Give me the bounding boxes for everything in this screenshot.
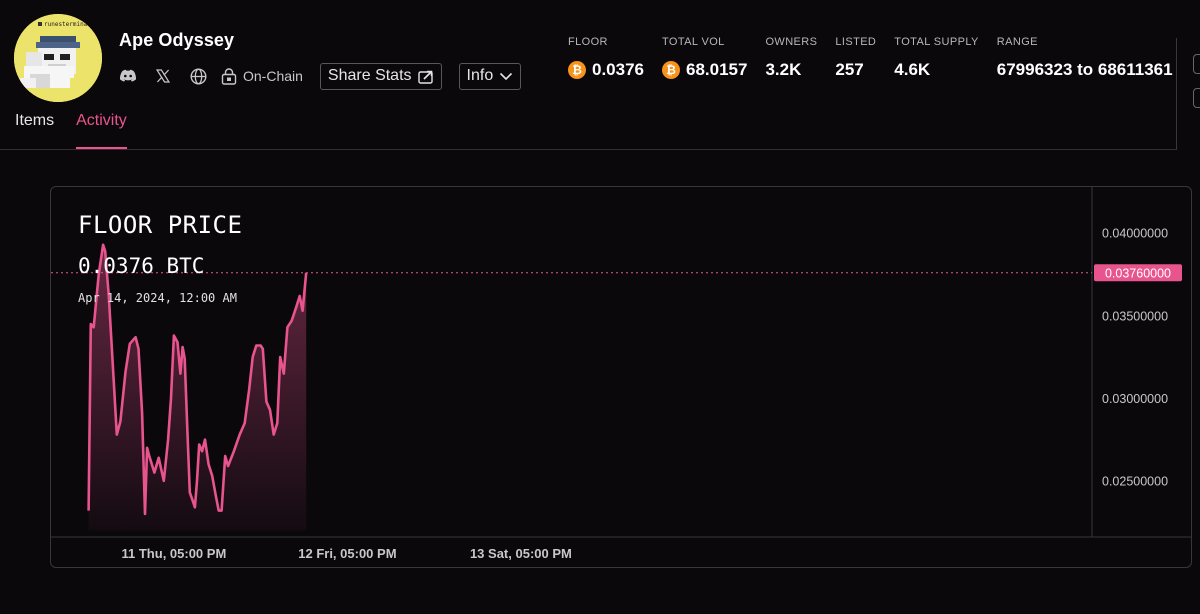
stat-range: RANGE 67996323 to 68611361 (997, 36, 1173, 80)
stat-value-text: 68.0157 (686, 60, 748, 79)
avatar-caption: runesterminal (44, 21, 91, 28)
chart-current-date: Apr 14, 2024, 12:00 AM (78, 291, 237, 305)
tab-items[interactable]: Items (15, 112, 54, 149)
stat-value: 257 (835, 60, 876, 80)
bitcoin-icon: ₿ (568, 61, 586, 79)
share-stats-label: Share Stats (327, 67, 412, 84)
collection-page: runesterminal Ape Odyssey On-Chain Share… (0, 0, 1200, 614)
share-stats-button[interactable]: Share Stats (319, 62, 442, 90)
x-tick-label: 11 Thu, 05:00 PM (122, 546, 227, 561)
ape-avatar-image: runesterminal (14, 14, 102, 102)
floor-price-chart-svg: 0.03760000 0.04000000 0.03500000 0.03000000… (51, 187, 1191, 561)
stat-value-text: 257 (835, 60, 864, 79)
stat-value-text: 4.6K (894, 60, 931, 79)
info-label: Info (466, 67, 494, 84)
collection-avatar[interactable]: runesterminal (14, 14, 102, 102)
lock-icon (221, 67, 237, 85)
tab-activity[interactable]: Activity (76, 112, 127, 149)
on-chain-link[interactable]: On-Chain (221, 67, 303, 85)
stat-listed: LISTED 257 (835, 36, 876, 80)
y-tick-label: 0.03500000 (1102, 309, 1168, 323)
stat-label: TOTAL SUPPLY (894, 36, 979, 48)
y-tick-label: 0.03000000 (1102, 392, 1168, 406)
svg-text:₿: ₿ (666, 63, 676, 77)
collection-title: Ape Odyssey (119, 30, 235, 50)
stat-total-vol: TOTAL VOL ₿ 68.0157 (662, 36, 747, 80)
stat-floor: FLOOR ₿ 0.0376 (568, 36, 644, 80)
globe-icon[interactable] (188, 66, 208, 86)
share-icon (417, 70, 433, 84)
svg-text:₿: ₿ (572, 63, 582, 77)
stat-label: LISTED (835, 36, 877, 48)
stat-owners: OWNERS 3.2K (765, 36, 817, 80)
collection-stats: FLOOR ₿ 0.0376 TOTAL VOL ₿ 68.0157 OWNERS 3.2K L… (568, 36, 1191, 80)
stat-value: 3.2K (765, 60, 817, 80)
chart-current-value: 0.0376 BTC (78, 254, 205, 278)
stat-label: OWNERS (765, 36, 818, 48)
current-price-badge-label: 0.03760000 (1105, 266, 1171, 280)
collection-tabs: Items Activity (15, 112, 149, 149)
chart-title: FLOOR PRICE (78, 211, 243, 239)
stat-label: FLOOR (568, 36, 608, 48)
floor-price-chart[interactable]: 0.03760000 0.04000000 0.03500000 0.03000000… (50, 186, 1192, 568)
stat-value: 4.6K (894, 60, 978, 80)
y-tick-label: 0.02500000 (1102, 474, 1168, 488)
x-tick-label: 12 Fri, 05:00 PM (298, 546, 396, 561)
bitcoin-icon: ₿ (662, 61, 680, 79)
stat-value-text: 0.0376 (592, 60, 644, 79)
side-panel-button[interactable] (1193, 54, 1200, 74)
side-panel (1176, 38, 1200, 150)
x-twitter-icon[interactable] (153, 66, 173, 86)
x-tick-label: 13 Sat, 05:00 PM (470, 546, 572, 561)
info-dropdown-button[interactable]: Info (458, 62, 522, 90)
stat-total-supply: TOTAL SUPPLY 4.6K (894, 36, 978, 80)
stat-label: RANGE (996, 36, 1038, 48)
stat-value: ₿ 68.0157 (662, 60, 747, 80)
stat-value: ₿ 0.0376 (568, 60, 644, 80)
on-chain-label: On-Chain (243, 68, 303, 84)
social-links-row: On-Chain Share Stats Info (118, 62, 522, 90)
stat-label: TOTAL VOL (662, 36, 725, 48)
side-panel-button[interactable] (1193, 88, 1200, 108)
discord-icon[interactable] (118, 66, 138, 86)
tabs-divider (0, 149, 1176, 150)
chevron-down-icon (500, 72, 513, 80)
stat-value: 67996323 to 68611361 (997, 60, 1173, 80)
stat-value-text: 3.2K (765, 60, 802, 79)
stat-value-text: 67996323 to 68611361 (996, 60, 1173, 79)
y-tick-label: 0.04000000 (1102, 227, 1168, 241)
